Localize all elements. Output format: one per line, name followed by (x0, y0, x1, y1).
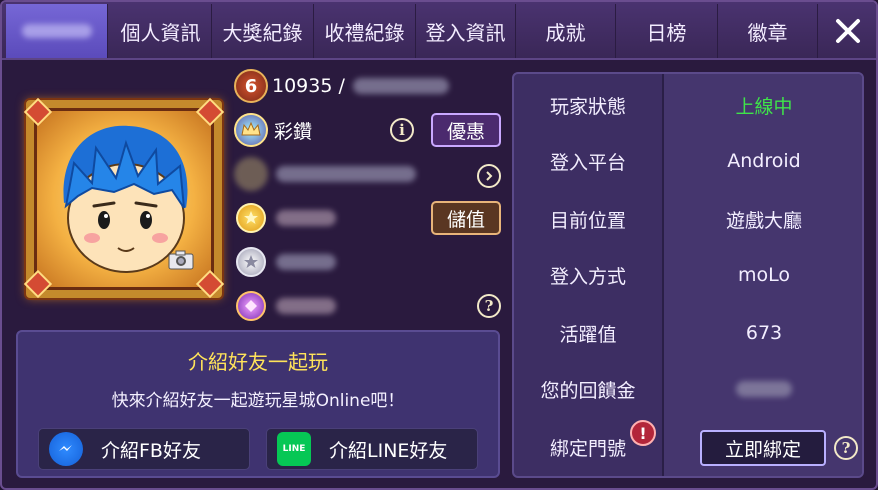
tab-label: 徽章 (747, 20, 788, 45)
close-icon (836, 19, 860, 43)
tab-bar: 個人資訊 大獎紀錄 收禮紀錄 登入資訊 成就 日榜 徽章 (2, 2, 876, 60)
invite-fb-label: 介紹FB好友 (101, 439, 201, 462)
line-icon-text: LINE (282, 444, 306, 454)
tab-gift-records[interactable]: 收禮紀錄 (314, 4, 416, 58)
invite-fb-button[interactable]: 介紹FB好友 (38, 428, 250, 470)
blurred-silver (276, 254, 336, 270)
status-row: 玩家狀態 上線中 (514, 76, 862, 134)
gem-row (234, 288, 336, 324)
status-value-online: 上線中 (735, 95, 793, 118)
silver-coin-icon (236, 247, 266, 277)
camera-icon-svg (168, 250, 194, 270)
tab-personal-info[interactable]: 個人資訊 (110, 4, 212, 58)
invite-line-button[interactable]: LINE 介紹LINE好友 (266, 428, 478, 470)
status-row: 目前位置 遊戲大廳 (514, 190, 862, 248)
tab-achievements[interactable]: 成就 (516, 4, 616, 58)
star-icon (244, 255, 258, 268)
gem-shape (245, 300, 257, 312)
diamond-vip-icon (234, 113, 268, 147)
topup-button[interactable]: 儲值 (431, 201, 501, 235)
status-value: 673 (745, 322, 783, 344)
status-row: 登入方式 moLo (514, 246, 862, 304)
blurred-row (234, 156, 416, 192)
status-row: 登入平台 Android (514, 132, 862, 190)
status-key: 目前位置 (549, 209, 626, 232)
tab-jackpot-records[interactable]: 大獎紀錄 (212, 4, 314, 58)
help-icon[interactable]: ? (477, 294, 501, 318)
line-icon: LINE (277, 432, 311, 466)
gem-icon (236, 291, 266, 321)
tab-label: 日榜 (646, 20, 687, 45)
tab-daily-ranking[interactable]: 日榜 (616, 4, 718, 58)
level-row: 6 10935 / (234, 68, 449, 104)
level-number: 6 (244, 75, 258, 97)
status-value: moLo (737, 264, 790, 286)
player-info-window: 個人資訊 大獎紀錄 收禮紀錄 登入資訊 成就 日榜 徽章 6 10935 / 彩… (0, 0, 878, 490)
star-icon (244, 211, 258, 224)
tab-label: 收禮紀錄 (324, 20, 405, 45)
close-button[interactable] (822, 6, 874, 56)
status-key: 登入方式 (549, 265, 626, 288)
chevron-right-icon[interactable] (477, 164, 501, 188)
vip-label: 彩鑽 (274, 120, 313, 143)
blurred-account (352, 78, 449, 94)
bind-phone-label: 立即綁定 (724, 438, 801, 461)
topup-button-label: 儲值 (446, 208, 485, 231)
blurred-gold (276, 210, 336, 226)
tab-badges[interactable]: 徽章 (718, 4, 818, 58)
status-value: 遊戲大廳 (725, 209, 802, 232)
tab-login-info[interactable]: 登入資訊 (416, 4, 516, 58)
blurred-gem (276, 298, 336, 314)
silver-coin-row (234, 244, 336, 280)
status-key: 登入平台 (549, 151, 626, 174)
status-row: 活躍值 673 (514, 304, 862, 362)
help-icon[interactable]: ? (834, 436, 858, 460)
blurred-rebate (736, 381, 792, 397)
status-key: 您的回饋金 (540, 379, 636, 402)
status-value (664, 360, 862, 418)
crown-icon (241, 121, 261, 136)
status-value: Android (727, 150, 801, 172)
blurred-text (276, 166, 416, 182)
promo-button[interactable]: 優惠 (431, 113, 501, 147)
player-id: 10935 / (272, 75, 345, 97)
info-icon[interactable]: i (390, 118, 414, 142)
bind-phone-button[interactable]: 立即綁定 (700, 430, 826, 466)
alert-icon: ! (630, 420, 656, 446)
invite-title: 介紹好友一起玩 (188, 350, 328, 374)
promo-button-label: 優惠 (446, 120, 485, 143)
messenger-icon (49, 432, 83, 466)
status-row: 您的回饋金 (514, 360, 862, 418)
tab-player-name[interactable] (6, 4, 108, 58)
blurred-player-name (21, 24, 92, 38)
invite-line-label: 介紹LINE好友 (329, 439, 448, 462)
level-badge: 6 (234, 69, 268, 103)
blurred-icon (234, 157, 268, 191)
status-key: 活躍值 (559, 323, 617, 346)
tab-label: 成就 (545, 20, 586, 45)
invite-panel: 介紹好友一起玩 快來介紹好友一起遊玩星城Online吧！ 介紹FB好友 LINE… (16, 330, 500, 478)
invite-subtitle: 快來介紹好友一起遊玩星城Online吧！ (111, 391, 405, 411)
vip-row: 彩鑽 (234, 112, 312, 148)
chevron-right-svg (486, 171, 493, 181)
camera-icon[interactable] (168, 250, 194, 270)
gold-coin-row (234, 200, 336, 236)
tab-label: 大獎紀錄 (222, 20, 303, 45)
tab-label: 個人資訊 (120, 20, 201, 45)
messenger-bolt (59, 445, 72, 451)
login-status-table: 玩家狀態 上線中 登入平台 Android 目前位置 遊戲大廳 登入方式 moL… (512, 72, 864, 478)
status-key: 玩家狀態 (549, 95, 626, 118)
gold-coin-icon (236, 203, 266, 233)
tab-label: 登入資訊 (425, 20, 506, 45)
